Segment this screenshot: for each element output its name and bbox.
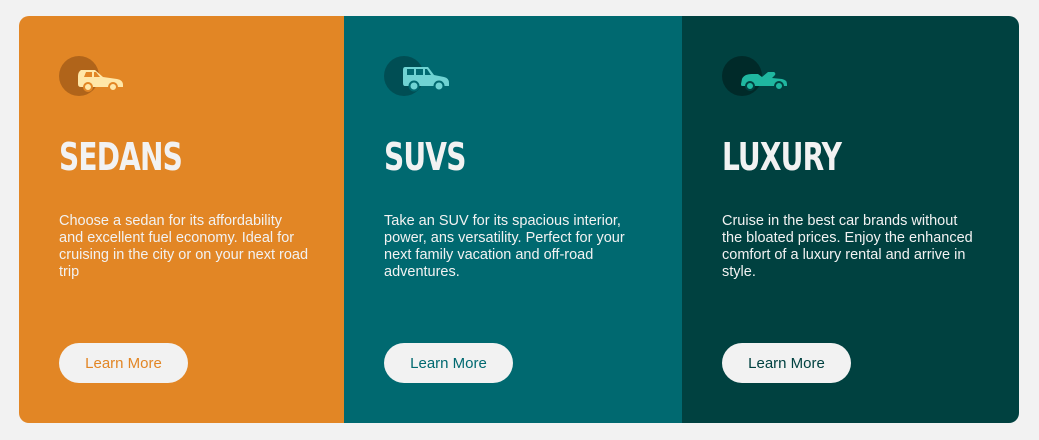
suv-car-icon — [384, 56, 454, 96]
car-categories-panel: SEDANS Choose a sedan for its affordabil… — [19, 16, 1019, 423]
card-title: SUVS — [384, 135, 466, 179]
card-description: Cruise in the best car brands without th… — [722, 213, 973, 280]
learn-more-button[interactable]: Learn More — [59, 343, 188, 383]
card-description: Choose a sedan for its affordability and… — [59, 213, 309, 280]
learn-more-button[interactable]: Learn More — [384, 343, 513, 383]
card-description: Take an SUV for its spacious interior, p… — [384, 213, 625, 280]
card-title: SEDANS — [59, 135, 183, 179]
card-suvs: SUVS Take an SUV for its spacious interi… — [344, 16, 682, 423]
learn-more-button[interactable]: Learn More — [722, 343, 851, 383]
card-sedans: SEDANS Choose a sedan for its affordabil… — [19, 16, 344, 423]
card-title: LUXURY — [722, 135, 842, 179]
card-luxury: LUXURY Cruise in the best car brands wit… — [682, 16, 1019, 423]
luxury-car-icon — [722, 56, 792, 96]
sedan-car-icon — [59, 56, 129, 96]
